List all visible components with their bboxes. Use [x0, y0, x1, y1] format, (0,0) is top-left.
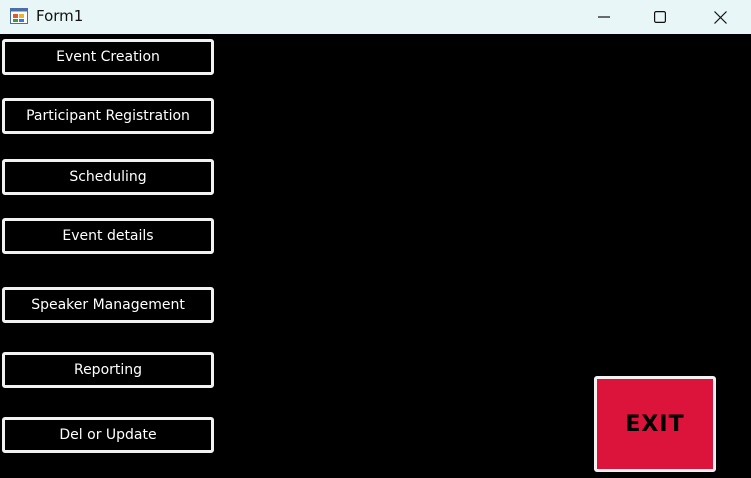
- reporting-button[interactable]: Reporting: [2, 352, 214, 388]
- close-icon: [713, 10, 727, 24]
- minimize-icon: [598, 11, 610, 23]
- participant-registration-button[interactable]: Participant Registration: [2, 98, 214, 134]
- scheduling-button[interactable]: Scheduling: [2, 159, 214, 195]
- minimize-button[interactable]: [576, 0, 632, 34]
- del-or-update-button[interactable]: Del or Update: [2, 417, 214, 453]
- title-bar[interactable]: Form1: [0, 0, 751, 34]
- speaker-management-button[interactable]: Speaker Management: [2, 287, 214, 323]
- event-creation-button[interactable]: Event Creation: [2, 39, 214, 75]
- maximize-button[interactable]: [632, 0, 688, 34]
- form-client-area: Event Creation Participant Registration …: [0, 34, 751, 478]
- window-title: Form1: [36, 7, 84, 25]
- exit-button[interactable]: EXIT: [594, 376, 716, 472]
- windows-form-icon: [10, 8, 28, 24]
- event-details-button[interactable]: Event details: [2, 218, 214, 254]
- close-button[interactable]: [692, 0, 748, 34]
- maximize-icon: [654, 11, 666, 23]
